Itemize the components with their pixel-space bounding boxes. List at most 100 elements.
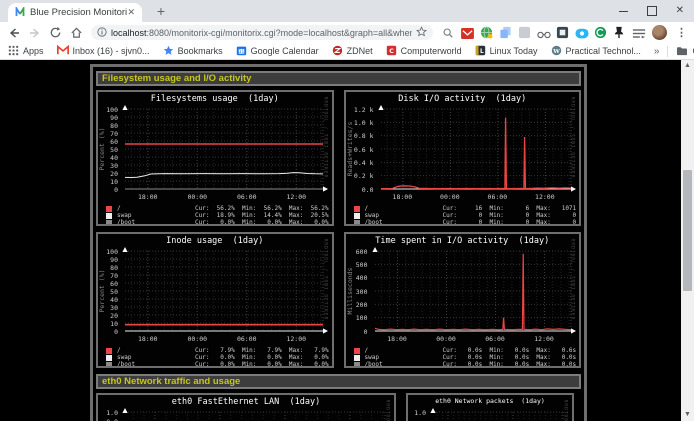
legend-stats: Cur: 16 Min: 6 Max: 1071 (443, 205, 577, 212)
mail-checker-extension-icon[interactable] (461, 26, 474, 39)
pin-extension-icon[interactable] (613, 26, 626, 39)
chart-panel-eth0-packets[interactable]: eth0 Network packets (1day)Packets/s0.00… (406, 393, 574, 421)
bookmark-item-7[interactable]: W Practical Technol... (551, 45, 641, 58)
new-tab-button[interactable]: + (152, 2, 170, 20)
scrollbar-thumb[interactable] (683, 170, 692, 291)
plot-area-disk-io-activity[interactable] (378, 105, 576, 194)
legend-row-rootboot: /bootCur: 0 Min: 0 Max: 0 (346, 219, 580, 226)
chart-row: Inode usage (1day)Percent (%)01020304050… (96, 232, 581, 368)
address-bar[interactable]: localhost:8080/monitorix-cgi/monitorix.c… (91, 25, 433, 40)
x-tick-label: 00:00 (436, 335, 456, 343)
window-close-button[interactable]: ✕ (676, 6, 684, 16)
svg-text:L: L (480, 49, 484, 55)
wordpress-icon: W (551, 45, 562, 58)
vertical-scrollbar[interactable]: ▲ ▼ (681, 60, 694, 421)
url-text[interactable]: localhost:8080/monitorix-cgi/monitorix.c… (111, 28, 412, 38)
bookmark-star-icon[interactable] (416, 25, 427, 40)
plot-area-eth0-lan[interactable] (122, 408, 390, 421)
bookmark-item-2[interactable]: Bookmarks (163, 45, 223, 58)
x-tick-label: 06:00 (485, 335, 505, 343)
legend-stats: Cur: 0 Min: 0 Max: 0 (443, 219, 577, 226)
legend-stats: Cur: 0.0s Min: 0.0s Max: 0.0s (443, 361, 577, 368)
green-globe-extension-icon[interactable] (480, 26, 493, 39)
other-bookmarks-button[interactable]: Other bookmarks (676, 46, 694, 56)
legend-swatch (106, 213, 112, 219)
bookmark-label: Practical Technol... (566, 46, 641, 56)
zdnet-icon (332, 45, 343, 58)
y-tick-label: 1.2 k (348, 106, 374, 114)
chart-panel-time-spent-io[interactable]: Time spent in I/O activity (1day)Millise… (344, 232, 582, 368)
copy-pages-extension-icon[interactable] (499, 26, 512, 39)
computerworld-icon: C (386, 45, 397, 58)
plot-area-eth0-packets[interactable] (430, 408, 568, 421)
bookmark-item-6[interactable]: L Linux Today (475, 45, 538, 58)
page-content: Filesystem usage and I/O activityFilesys… (0, 60, 694, 421)
bookmark-item-3[interactable]: 31Google Calendar (236, 45, 319, 58)
bookmark-item-1[interactable]: Inbox (16) - sjvn0... (57, 45, 150, 57)
legend-name: swap (365, 354, 443, 361)
forward-button[interactable] (28, 26, 42, 40)
browser-menu-icon[interactable]: ⋮ (676, 26, 687, 39)
bookmark-label: Linux Today (490, 46, 538, 56)
legend-name: swap (117, 354, 195, 361)
legend-name: swap (117, 212, 195, 219)
x-tick-label: 12:00 (286, 193, 306, 201)
tab-list-extension-icon[interactable] (632, 26, 645, 39)
y-tick-label: 70 (100, 130, 118, 138)
y-tick-label: 60 (100, 138, 118, 146)
legend-row-rootboot: /bootCur: 0.0s Min: 0.0s Max: 0.0s (346, 361, 580, 368)
browser-toolbar: localhost:8080/monitorix-cgi/monitorix.c… (0, 22, 694, 43)
profile-avatar[interactable] (652, 25, 667, 40)
scroll-up-arrow-icon[interactable]: ▲ (681, 60, 694, 72)
section-header-1: eth0 Network traffic and usage (96, 374, 581, 389)
chart-panel-inode-usage[interactable]: Inode usage (1day)Percent (%)01020304050… (96, 232, 334, 368)
bookmark-item-0[interactable]: Apps (8, 45, 44, 58)
reload-button[interactable] (49, 26, 63, 40)
y-tick-label: 1.0 (410, 409, 426, 417)
scroll-down-arrow-icon[interactable]: ▼ (681, 409, 694, 421)
y-tick-label: 0.2 k (348, 172, 374, 180)
y-tick-label: 50 (100, 288, 118, 296)
bookmark-label: ZDNet (347, 46, 373, 56)
plot-area-filesystems-usage[interactable] (122, 105, 328, 194)
page-info-icon[interactable] (97, 25, 107, 40)
back-button[interactable] (7, 26, 21, 40)
y-tick-label: 0 (100, 328, 118, 336)
y-tick-label: 10 (100, 320, 118, 328)
chart-panel-filesystems-usage[interactable]: Filesystems usage (1day)Percent (%)01020… (96, 90, 334, 226)
plot-area-time-spent-io[interactable] (372, 247, 576, 336)
bookmark-item-5[interactable]: C Computerworld (386, 45, 462, 58)
plot-area-inode-usage[interactable] (122, 247, 328, 336)
legend-name: /boot (117, 361, 195, 368)
legend-row-root: /Cur: 56.2% Min: 56.2% Max: 56.2% (98, 205, 332, 212)
chart-title: Inode usage (1day) (98, 236, 332, 246)
chart-panel-disk-io-activity[interactable]: Disk I/O activity (1day)Reads+Writes/s0.… (344, 90, 582, 226)
bookmark-label: Computerworld (401, 46, 462, 56)
y-tick-label: 1.0 (100, 409, 118, 417)
legend-name: / (117, 347, 195, 354)
monitorix-main-frame: Filesystem usage and I/O activityFilesys… (90, 64, 587, 421)
legend-stats: Cur: 0.0s Min: 0.0s Max: 0.6s (443, 347, 577, 354)
green-app-extension-icon[interactable] (594, 26, 607, 39)
x-tick-label: 00:00 (187, 193, 207, 201)
window-minimize-button[interactable] (619, 11, 628, 12)
bookmarks-overflow-button[interactable]: » (654, 46, 660, 57)
rrdtool-watermark: RRDTOOL / TOBI OETIKER (385, 396, 390, 421)
blue-app-extension-icon[interactable] (575, 26, 588, 39)
home-button[interactable] (70, 26, 84, 40)
y-tick-label: 200 (348, 301, 368, 309)
svg-text:C: C (389, 47, 394, 54)
glasses-extension-icon[interactable] (537, 26, 550, 39)
tab-title: Blue Precision Monitorix (30, 7, 127, 18)
search-extension-icon[interactable] (442, 26, 455, 39)
x-tick-label: 18:00 (393, 193, 413, 201)
window-maximize-button[interactable] (647, 6, 657, 16)
browser-tab[interactable]: Blue Precision Monitorix ✕ (8, 3, 142, 22)
tab-close-icon[interactable]: ✕ (127, 7, 135, 18)
chart-panel-eth0-lan[interactable]: eth0 FastEthernet LAN (1day)0.00.10.20.3… (96, 393, 396, 421)
gray-box-extension-icon[interactable] (518, 26, 531, 39)
dark-app-extension-icon[interactable] (556, 26, 569, 39)
y-tick-label: 40 (100, 154, 118, 162)
y-tick-label: 80 (100, 264, 118, 272)
bookmark-item-4[interactable]: ZDNet (332, 45, 373, 58)
